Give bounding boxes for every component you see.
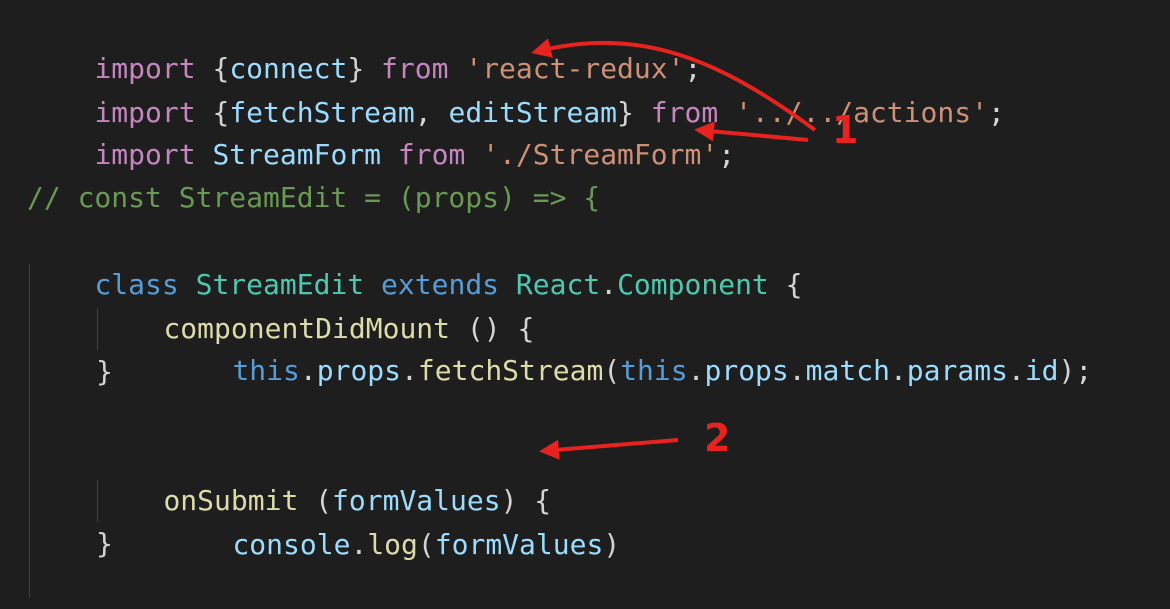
callout-number-2: 2 [704,416,731,460]
arrow-to-onsubmit [539,438,679,460]
arrow-to-editstream [531,38,817,132]
callout-number-1: 1 [832,108,859,152]
annotation-arrows [531,38,817,460]
arrow-to-streamform [694,121,809,142]
